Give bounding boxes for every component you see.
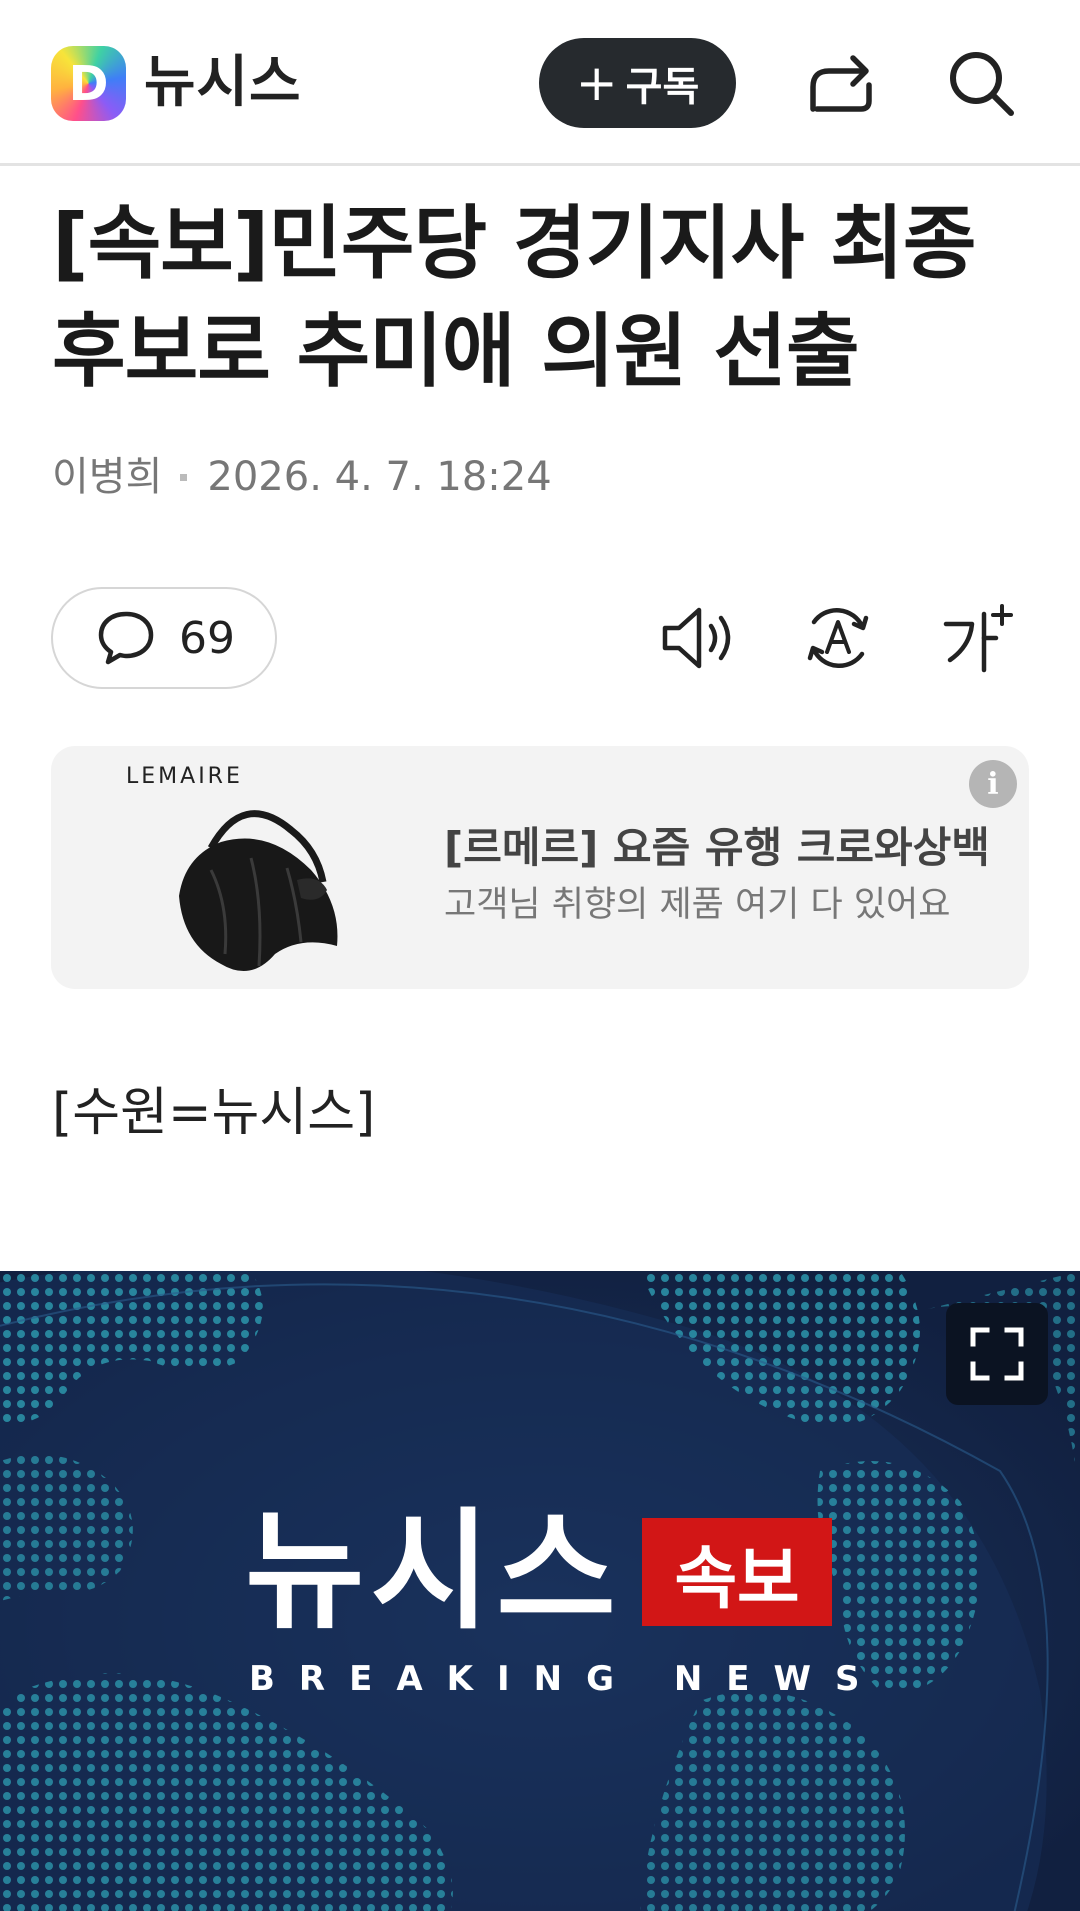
ad-title: [르메르] 요즘 유행 크로와상백 [444, 823, 990, 872]
subscribe-label: 구독 [625, 64, 700, 110]
comment-count: 69 [179, 612, 235, 664]
article-headline: [속보]민주당 경기지사 최종 후보로 추미애 의원 선출 [52, 197, 976, 398]
speaker-icon [662, 607, 731, 669]
comment-icon [98, 611, 154, 665]
share-button[interactable] [801, 43, 881, 123]
plus-icon: + [575, 54, 618, 112]
ad-info-icon[interactable]: i [969, 760, 1017, 808]
top-bar: D 뉴시스 + 구독 [0, 0, 1080, 166]
read-aloud-button[interactable] [658, 598, 738, 678]
expand-icon [970, 1327, 1024, 1381]
ad-product-image [179, 810, 338, 972]
breaking-news-tagline: BREAKING NEWS [249, 1659, 884, 1699]
publish-time: 2026. 4. 7. 18:24 [207, 454, 552, 500]
breaking-badge: 속보 [642, 1518, 832, 1626]
image-wordmark: 뉴시스 [245, 1495, 622, 1647]
translate-icon [807, 608, 869, 668]
search-icon [950, 52, 1014, 116]
press-name[interactable]: 뉴시스 [144, 44, 302, 122]
share-icon [810, 55, 872, 112]
article-photo: 뉴시스 속보 BREAKING NEWS [0, 1271, 1080, 1911]
ad-subtitle: 고객님 취향의 제품 여기 다 있어요 [444, 885, 951, 925]
search-button[interactable] [941, 43, 1021, 123]
article-dateline: [수원=뉴시스] [52, 1083, 376, 1143]
daum-logo-icon[interactable]: D [51, 46, 126, 121]
byline-separator [180, 473, 188, 481]
subscribe-button[interactable]: + 구독 [539, 38, 736, 128]
expand-image-button[interactable] [946, 1303, 1048, 1405]
translate-button[interactable] [798, 598, 878, 678]
logo-letter: D [68, 55, 109, 112]
ad-banner[interactable]: LEMAIRE [르메르] 요즘 유행 크로와상백 고객님 취향의 제품 여기 … [51, 746, 1029, 989]
byline: 이병희 2026. 4. 7. 18:24 [52, 450, 552, 504]
font-size-button[interactable] [938, 598, 1018, 678]
comment-button[interactable]: 69 [51, 587, 277, 689]
author-name[interactable]: 이병희 [52, 450, 162, 504]
font-size-icon [943, 604, 1013, 673]
